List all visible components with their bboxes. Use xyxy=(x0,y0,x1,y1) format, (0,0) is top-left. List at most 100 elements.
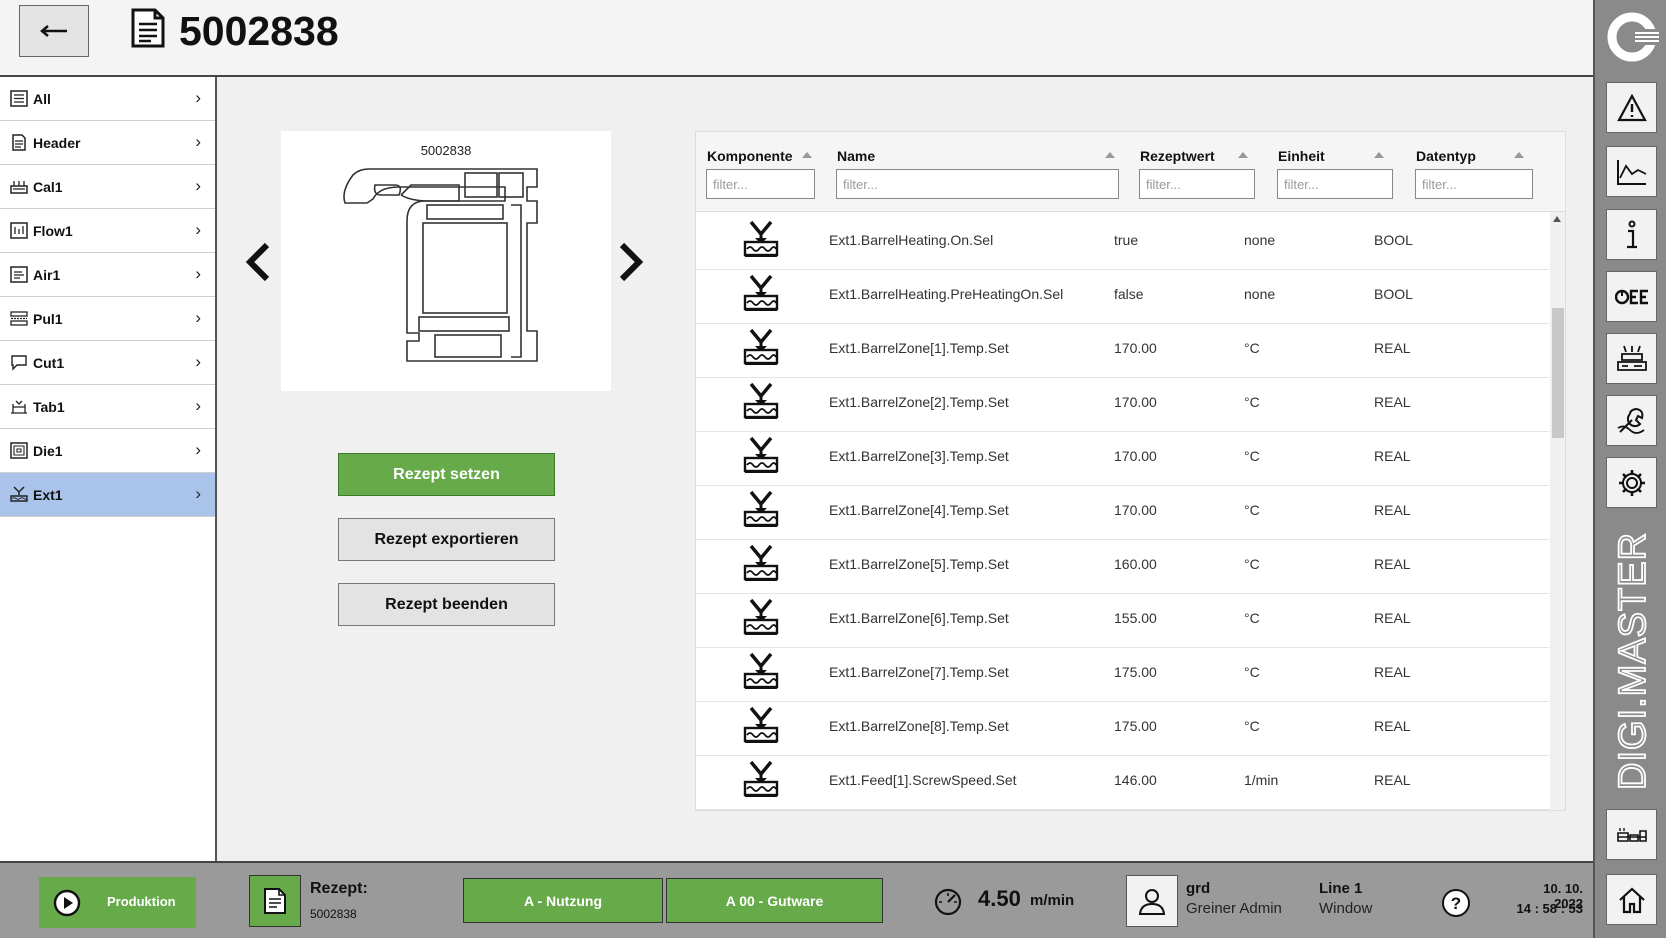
filter-datentyp-input[interactable] xyxy=(1415,169,1533,199)
chevron-right-icon[interactable] xyxy=(618,242,644,282)
line-overview-button[interactable] xyxy=(1606,809,1657,860)
line-speed-value: 4.50 xyxy=(978,886,1021,911)
cell-unit: none xyxy=(1244,286,1276,302)
cell-type: REAL xyxy=(1374,394,1411,410)
table-row[interactable]: Ext1.BarrelZone[1].Temp.Set 170.00 °C REAL xyxy=(696,320,1549,378)
sort-asc-icon[interactable] xyxy=(1374,152,1384,158)
recipe-value: 5002838 xyxy=(310,907,357,921)
set-recipe-button[interactable]: Rezept setzen xyxy=(338,453,555,496)
help-icon[interactable]: ? xyxy=(1441,888,1471,918)
cell-name: Ext1.BarrelHeating.On.Sel xyxy=(829,232,994,248)
nav-item-header[interactable]: Header › xyxy=(0,121,215,165)
filter-name-input[interactable] xyxy=(836,169,1119,199)
settings-button[interactable] xyxy=(1606,457,1657,508)
header-bar: 5002838 xyxy=(0,0,1593,77)
table-row[interactable]: Ext1.BarrelZone[3].Temp.Set 170.00 °C REAL xyxy=(696,428,1549,486)
cell-value: 175.00 xyxy=(1114,718,1157,734)
machine-button[interactable] xyxy=(1606,333,1657,384)
info-button[interactable] xyxy=(1606,209,1657,260)
table-row[interactable]: Ext1.BarrelZone[6].Temp.Set 155.00 °C REAL xyxy=(696,590,1549,648)
cell-unit: °C xyxy=(1244,556,1260,572)
sort-asc-icon[interactable] xyxy=(1105,152,1115,158)
extruder-icon xyxy=(743,328,779,365)
chevron-left-icon[interactable] xyxy=(245,242,271,282)
machine-icon xyxy=(1616,345,1647,371)
table-row[interactable]: Ext1.BarrelZone[7].Temp.Set 175.00 °C REAL xyxy=(696,644,1549,702)
cell-value: true xyxy=(1114,232,1139,248)
table-row[interactable]: Ext1.BarrelZone[2].Temp.Set 170.00 °C REAL xyxy=(696,374,1549,432)
usage-status-button[interactable]: A - Nutzung xyxy=(463,878,663,923)
chevron-right-icon: › xyxy=(195,264,201,283)
chevron-right-icon: › xyxy=(195,132,201,151)
alarm-button[interactable] xyxy=(1606,82,1657,133)
settings-icon xyxy=(1618,469,1645,496)
oee-button[interactable] xyxy=(1606,271,1657,322)
cutter-icon xyxy=(11,355,27,371)
scroll-thumb[interactable] xyxy=(1552,308,1564,438)
column-header-name[interactable]: Name xyxy=(837,148,875,164)
production-label: Produktion xyxy=(107,894,176,909)
table-row[interactable]: Ext1.BarrelZone[8].Temp.Set 175.00 °C REAL xyxy=(696,698,1549,756)
list-icon xyxy=(10,90,28,107)
table-row[interactable]: Ext1.BarrelHeating.PreHeatingOn.Sel false… xyxy=(696,266,1549,324)
filter-einheit-input[interactable] xyxy=(1277,169,1393,199)
column-header-rezeptwert[interactable]: Rezeptwert xyxy=(1140,148,1215,164)
filter-rezeptwert-input[interactable] xyxy=(1139,169,1255,199)
cell-type: REAL xyxy=(1374,664,1411,680)
nav-item-cal1[interactable]: Cal1 › xyxy=(0,165,215,209)
filter-komponente-input[interactable] xyxy=(706,169,815,199)
nav-item-die1[interactable]: Die1 › xyxy=(0,429,215,473)
chevron-right-icon: › xyxy=(195,484,201,503)
nav-item-air1[interactable]: Air1 › xyxy=(0,253,215,297)
nav-item-pul1[interactable]: Pul1 › xyxy=(0,297,215,341)
user-icon xyxy=(1138,889,1166,915)
recipe-button[interactable] xyxy=(249,875,301,927)
extruder-icon xyxy=(743,706,779,743)
table-row[interactable]: Ext1.BarrelHeating.On.Sel true none BOOL xyxy=(696,212,1549,270)
back-button[interactable] xyxy=(19,5,89,57)
line-type: Window xyxy=(1319,900,1373,917)
nav-item-label: Flow1 xyxy=(33,223,73,239)
brand-text: DIGI.MASTER xyxy=(1612,532,1654,790)
nav-item-cut1[interactable]: Cut1 › xyxy=(0,341,215,385)
column-header-datentyp[interactable]: Datentyp xyxy=(1416,148,1476,164)
trend-icon xyxy=(1616,159,1646,185)
line-name: Line 1 xyxy=(1319,880,1363,897)
user-role: Greiner Admin xyxy=(1186,900,1282,917)
current-time: 14 : 58 : 53 xyxy=(1516,901,1584,916)
production-button[interactable]: Produktion xyxy=(39,877,196,928)
nav-item-tab1[interactable]: Tab1 › xyxy=(0,385,215,429)
chevron-right-icon: › xyxy=(195,176,201,195)
export-recipe-button[interactable]: Rezept exportieren xyxy=(338,518,555,561)
trend-button[interactable] xyxy=(1606,146,1657,197)
cell-type: BOOL xyxy=(1374,286,1413,302)
table-row[interactable]: Ext1.BarrelZone[5].Temp.Set 160.00 °C REAL xyxy=(696,536,1549,594)
nav-item-all[interactable]: All › xyxy=(0,77,215,121)
recipe-table: Komponente Name Rezeptwert Einheit Daten… xyxy=(695,131,1566,811)
cell-value: 155.00 xyxy=(1114,610,1157,626)
quality-status-button[interactable]: A 00 - Gutware xyxy=(666,878,883,923)
cell-unit: °C xyxy=(1244,718,1260,734)
cell-value: 160.00 xyxy=(1114,556,1157,572)
nav-item-label: Ext1 xyxy=(33,487,63,503)
table-row[interactable]: Ext1.Feed[1].ScrewSpeed.Set 146.00 1/min RE… xyxy=(696,752,1549,810)
table-row[interactable]: Ext1.BarrelZone[4].Temp.Set 170.00 °C REAL xyxy=(696,482,1549,540)
cell-type: REAL xyxy=(1374,448,1411,464)
maintenance-button[interactable] xyxy=(1606,395,1657,446)
scroll-up-icon[interactable] xyxy=(1553,216,1561,222)
cell-name: Ext1.BarrelZone[1].Temp.Set xyxy=(829,340,1009,356)
arrow-left-icon xyxy=(40,25,67,37)
sort-asc-icon[interactable] xyxy=(1514,152,1524,158)
home-button[interactable] xyxy=(1606,874,1657,925)
nav-item-flow1[interactable]: Flow1 › xyxy=(0,209,215,253)
document-icon xyxy=(264,888,286,914)
end-recipe-button[interactable]: Rezept beenden xyxy=(338,583,555,626)
column-header-komponente[interactable]: Komponente xyxy=(707,148,793,164)
nav-item-ext1[interactable]: Ext1 › xyxy=(0,473,215,517)
sort-asc-icon[interactable] xyxy=(1238,152,1248,158)
sort-asc-icon[interactable] xyxy=(802,152,812,158)
air-icon xyxy=(10,266,28,283)
column-header-einheit[interactable]: Einheit xyxy=(1278,148,1325,164)
table-scrollbar[interactable] xyxy=(1550,212,1565,810)
user-button[interactable] xyxy=(1126,875,1178,927)
